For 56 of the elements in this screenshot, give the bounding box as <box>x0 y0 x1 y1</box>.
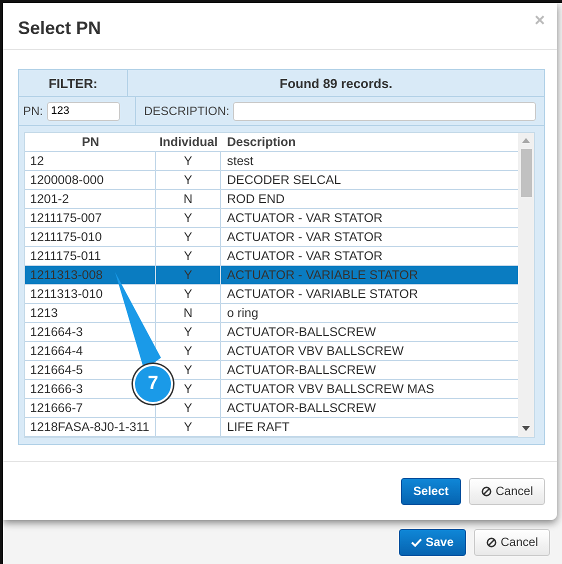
cancel-button[interactable]: Cancel <box>468 478 545 504</box>
check-icon <box>410 536 422 548</box>
save-button[interactable]: Save <box>398 528 466 556</box>
dialog-title: Select PN <box>18 18 102 38</box>
table-cell-text: ACTUATOR - VAR STATOR <box>226 248 384 265</box>
pn-label: PN: <box>23 104 44 118</box>
table-cell: 1200008-000 <box>25 171 156 189</box>
table-cell-text: DECODER SELCAL <box>226 172 342 189</box>
table-row[interactable]: 1211175-010 Y ACTUATOR - VAR STATOR <box>25 228 518 247</box>
table-cell: Y <box>156 418 221 436</box>
table-cell: 1211175-011 <box>25 247 156 265</box>
scroll-down-icon[interactable] <box>522 426 530 431</box>
table-cell: N <box>156 190 221 208</box>
table-cell-text: ACTUATOR VBV BALLSCREW <box>226 343 405 360</box>
column-header[interactable]: PN <box>25 133 156 151</box>
table-cell-text: ACTUATOR-BALLSCREW <box>226 400 377 417</box>
scrollbar-thumb[interactable] <box>520 149 532 197</box>
table-cell: Y <box>156 247 221 265</box>
table-cell-text: ROD END <box>226 191 286 208</box>
description-label: DESCRIPTION: <box>144 104 230 118</box>
table-cell: Y <box>156 152 221 170</box>
table-row[interactable]: 1211175-007 Y ACTUATOR - VAR STATOR <box>25 209 518 228</box>
cancel-button[interactable]: Cancel <box>474 528 550 556</box>
table-cell-text: ACTUATOR - VARIABLE STATOR <box>226 286 420 303</box>
table-cell-text: ACTUATOR - VAR STATOR <box>226 210 384 227</box>
table-cell-text: ACTUATOR - VARIABLE STATOR <box>226 267 420 284</box>
table-cell-text: ACTUATOR-BALLSCREW <box>226 362 377 379</box>
table-cell-text: stest <box>226 153 254 170</box>
table-row[interactable]: 12 Y stest <box>25 152 518 171</box>
scroll-up-icon[interactable] <box>522 138 530 143</box>
pn-field[interactable]: 123 <box>47 102 120 120</box>
record-count: Found 89 records. <box>278 76 394 90</box>
table-cell-text: o ring <box>226 305 260 322</box>
column-header[interactable]: Description <box>221 133 518 151</box>
select-button[interactable]: Select <box>401 478 461 504</box>
table-row[interactable]: 1200008-000 Y DECODER SELCAL <box>25 171 518 190</box>
table-cell: Y <box>156 171 221 189</box>
table-cell: 1218FASA-8J0-1-311 <box>25 418 156 436</box>
table-cell: 1211175-010 <box>25 228 156 246</box>
table-cell-text: ACTUATOR VBV BALLSCREW MAS <box>226 381 436 398</box>
table-cell-text: LIFE RAFT <box>226 419 291 436</box>
cancel-icon <box>480 486 492 496</box>
scrollbar[interactable] <box>518 133 534 437</box>
table-cell-text: ACTUATOR - VAR STATOR <box>226 229 384 246</box>
filter-heading: FILTER: <box>19 70 128 96</box>
table-cell: 1201-2 <box>25 190 156 208</box>
table-row[interactable]: 1218FASA-8J0-1-311 Y LIFE RAFT <box>25 418 518 437</box>
table-cell: Y <box>156 209 221 227</box>
column-header[interactable]: Individual <box>156 133 221 151</box>
table-cell: 12 <box>25 152 156 170</box>
table-cell-text: ACTUATOR-BALLSCREW <box>226 324 377 341</box>
table-cell: Y <box>156 228 221 246</box>
description-field[interactable] <box>233 102 536 120</box>
table-row[interactable]: 1201-2 N ROD END <box>25 190 518 209</box>
table-cell: 1211175-007 <box>25 209 156 227</box>
cancel-icon <box>486 536 497 548</box>
